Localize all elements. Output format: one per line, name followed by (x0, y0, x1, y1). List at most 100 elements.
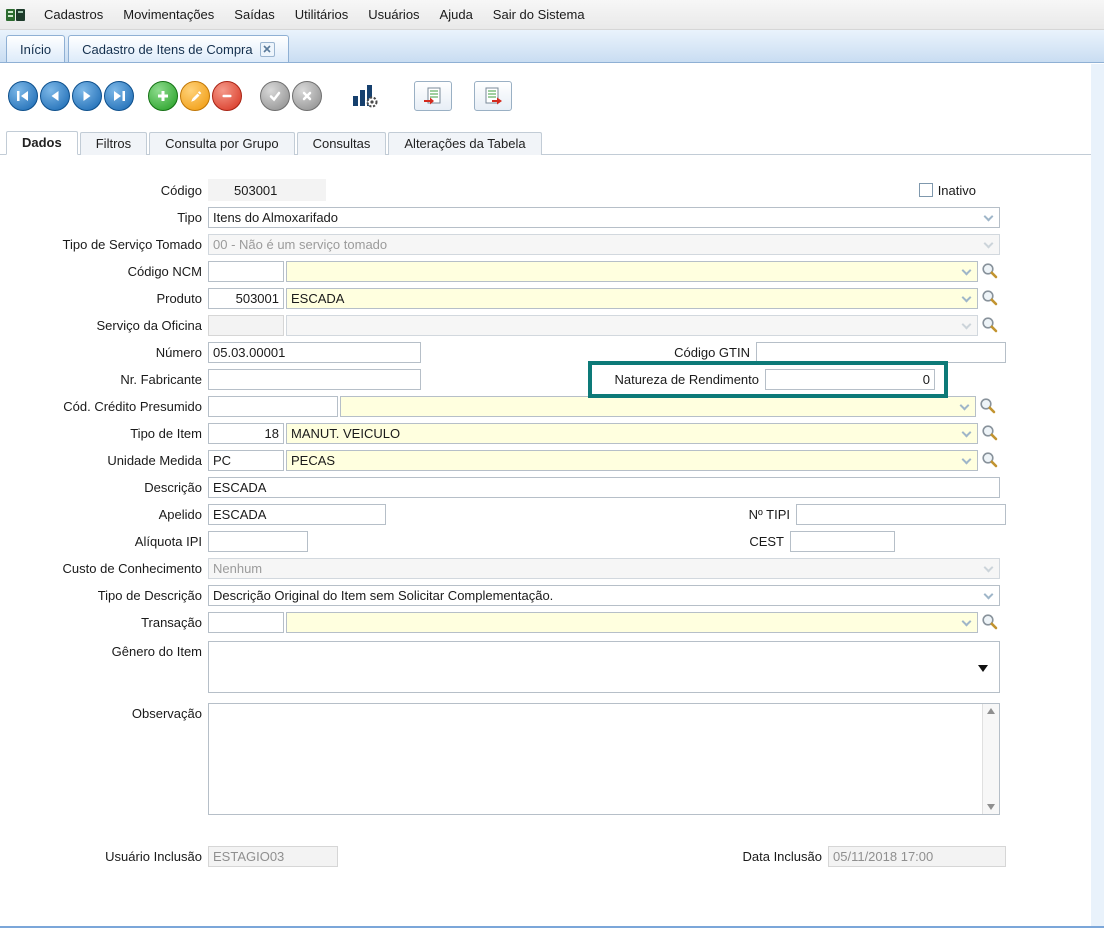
tipo-de-item-lookup-button[interactable] (981, 424, 999, 442)
tipo-de-item-code-input[interactable] (208, 423, 284, 444)
row-genero-do-item: Gênero do Item (0, 641, 1006, 693)
nr-fabricante-label: Nr. Fabricante (0, 372, 208, 387)
codigo-ncm-code-input[interactable] (208, 261, 284, 282)
usuario-inclusao-input (208, 846, 338, 867)
form-tab-consultas[interactable]: Consultas (297, 132, 387, 155)
cest-input[interactable] (790, 531, 895, 552)
produto-combobox[interactable]: ESCADA (286, 288, 978, 309)
chevron-down-icon (984, 589, 994, 599)
natureza-rendimento-input[interactable] (765, 369, 935, 390)
cod-credito-presumido-combobox[interactable] (340, 396, 976, 417)
descricao-input[interactable] (208, 477, 1000, 498)
custo-conhecimento-label: Custo de Conhecimento (0, 561, 208, 576)
unidade-medida-combobox[interactable]: PECAS (286, 450, 978, 471)
row-tipo: Tipo Itens do Almoxarifado (0, 206, 1006, 228)
produto-lookup-button[interactable] (981, 289, 999, 307)
add-button[interactable] (148, 81, 178, 111)
tab-cadastro-label: Cadastro de Itens de Compra (82, 42, 253, 57)
n-tipi-label: Nº TIPI (749, 507, 796, 522)
dropdown-arrow-icon[interactable] (978, 665, 988, 672)
document-tab-strip: Início Cadastro de Itens de Compra (0, 30, 1104, 63)
export-table-button[interactable] (474, 81, 512, 111)
tab-inicio-label: Início (20, 42, 51, 57)
genero-do-item-combobox[interactable] (208, 641, 1000, 693)
delete-button[interactable] (212, 81, 242, 111)
tipo-descricao-combobox[interactable]: Descrição Original do Item sem Solicitar… (208, 585, 1000, 606)
transacao-combobox[interactable] (286, 612, 978, 633)
form-tab-filtros[interactable]: Filtros (80, 132, 147, 155)
menu-cadastros[interactable]: Cadastros (34, 3, 113, 26)
cod-credito-presumido-code-input[interactable] (208, 396, 338, 417)
tipo-de-item-combobox[interactable]: MANUT. VEICULO (286, 423, 978, 444)
row-cod-credito-presumido: Cód. Crédito Presumido (0, 395, 1006, 417)
chevron-down-icon (962, 319, 972, 329)
tab-close-icon[interactable] (260, 42, 275, 57)
produto-code-input[interactable] (208, 288, 284, 309)
numero-input[interactable] (208, 342, 421, 363)
menu-ajuda[interactable]: Ajuda (430, 3, 483, 26)
apelido-label: Apelido (0, 507, 208, 522)
nav-next-button[interactable] (72, 81, 102, 111)
transacao-lookup-button[interactable] (981, 613, 999, 631)
n-tipi-group: Nº TIPI (749, 504, 1006, 525)
form-dados: Código 503001 Inativo Tipo Itens do Almo… (0, 155, 1104, 867)
unidade-medida-desc: PECAS (291, 453, 335, 468)
chevron-down-icon (962, 292, 972, 302)
row-transacao: Transação (0, 611, 1006, 633)
scroll-up-icon[interactable] (987, 708, 995, 714)
observacao-scrollbar[interactable] (982, 704, 999, 814)
edit-button[interactable] (180, 81, 210, 111)
form-tab-dados[interactable]: Dados (6, 131, 78, 155)
codigo-label: Código (0, 183, 208, 198)
menu-usuarios[interactable]: Usuários (358, 3, 429, 26)
menu-sair-do-sistema[interactable]: Sair do Sistema (483, 3, 595, 26)
codigo-gtin-group: Código GTIN (674, 342, 1006, 363)
window-bottom-border (0, 926, 1104, 928)
unidade-medida-code-input[interactable] (208, 450, 284, 471)
scroll-down-icon[interactable] (987, 804, 995, 810)
unidade-medida-lookup-button[interactable] (981, 451, 999, 469)
chart-config-button[interactable] (348, 81, 380, 111)
tab-cadastro-itens-compra[interactable]: Cadastro de Itens de Compra (68, 35, 289, 62)
row-apelido: Apelido Nº TIPI (0, 503, 1006, 525)
row-aliquota-ipi: Alíquota IPI CEST (0, 530, 1006, 552)
genero-do-item-label: Gênero do Item (0, 641, 208, 659)
aliquota-ipi-input[interactable] (208, 531, 308, 552)
observacao-textarea[interactable] (209, 704, 981, 814)
menu-utilitarios[interactable]: Utilitários (285, 3, 358, 26)
row-tipo-de-item: Tipo de Item MANUT. VEICULO (0, 422, 1006, 444)
nr-fabricante-input[interactable] (208, 369, 421, 390)
servico-oficina-combobox (286, 315, 978, 336)
transacao-code-input[interactable] (208, 612, 284, 633)
toolbar (0, 63, 1104, 128)
tipo-combobox[interactable]: Itens do Almoxarifado (208, 207, 1000, 228)
tab-inicio[interactable]: Início (6, 35, 65, 62)
nav-previous-button[interactable] (40, 81, 70, 111)
tipo-servico-tomado-combobox: 00 - Não é um serviço tomado (208, 234, 1000, 255)
usuario-inclusao-label: Usuário Inclusão (0, 849, 208, 864)
cod-credito-presumido-label: Cód. Crédito Presumido (0, 399, 208, 414)
menu-saidas[interactable]: Saídas (224, 3, 284, 26)
form-tab-alteracoes-da-tabela[interactable]: Alterações da Tabela (388, 132, 541, 155)
codigo-ncm-lookup-button[interactable] (981, 262, 999, 280)
cancel-button[interactable] (292, 81, 322, 111)
servico-oficina-lookup-button[interactable] (981, 316, 999, 334)
nav-first-button[interactable] (8, 81, 38, 111)
codigo-ncm-combobox[interactable] (286, 261, 978, 282)
confirm-button[interactable] (260, 81, 290, 111)
form-tab-strip: Dados Filtros Consulta por Grupo Consult… (0, 128, 1104, 155)
row-observacao: Observação (0, 703, 1006, 815)
inativo-checkbox[interactable] (919, 183, 933, 197)
nav-last-button[interactable] (104, 81, 134, 111)
cod-credito-presumido-lookup-button[interactable] (979, 397, 997, 415)
codigo-gtin-input[interactable] (756, 342, 1006, 363)
n-tipi-input[interactable] (796, 504, 1006, 525)
apelido-input[interactable] (208, 504, 386, 525)
descricao-label: Descrição (0, 480, 208, 495)
custo-conhecimento-combobox: Nenhum (208, 558, 1000, 579)
tipo-de-item-desc: MANUT. VEICULO (291, 426, 400, 441)
import-table-button[interactable] (414, 81, 452, 111)
menu-movimentacoes[interactable]: Movimentações (113, 3, 224, 26)
tipo-de-item-label: Tipo de Item (0, 426, 208, 441)
form-tab-consulta-por-grupo[interactable]: Consulta por Grupo (149, 132, 294, 155)
